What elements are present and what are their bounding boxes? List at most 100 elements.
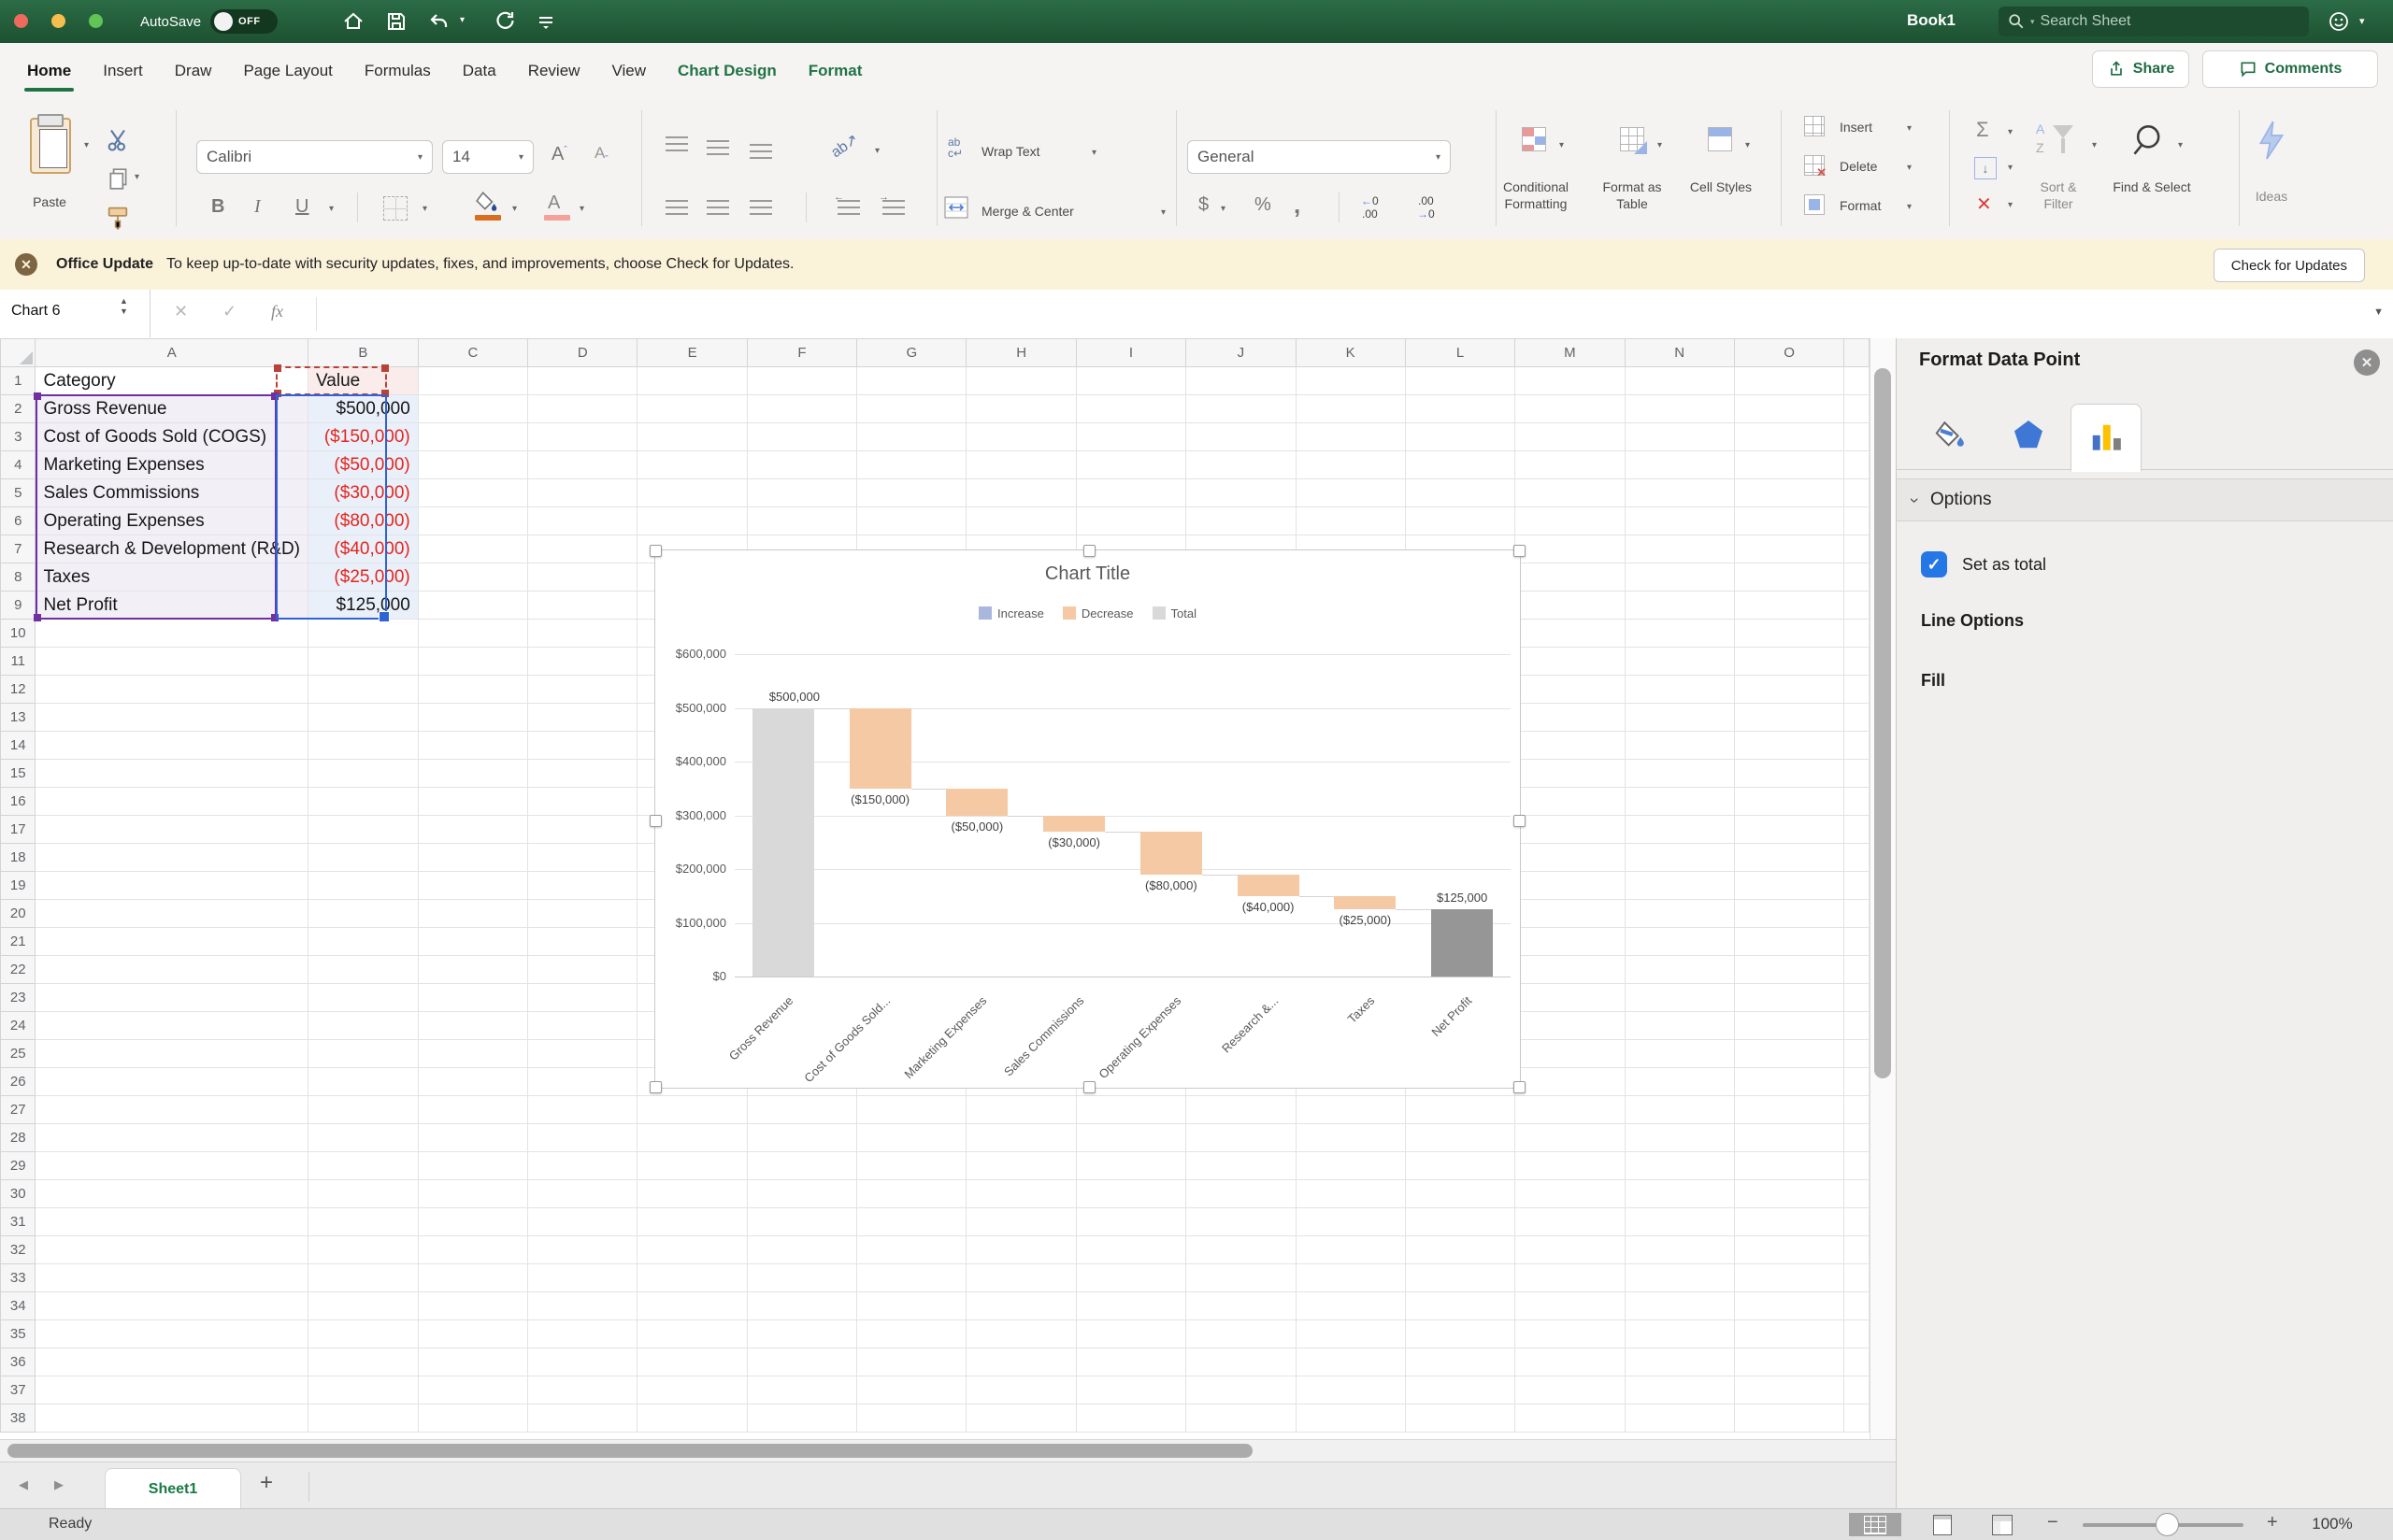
copy-icon[interactable] bbox=[107, 166, 131, 191]
cell[interactable] bbox=[1076, 367, 1185, 395]
cell[interactable] bbox=[1734, 592, 1843, 620]
cell[interactable] bbox=[528, 1405, 638, 1433]
cell[interactable] bbox=[1844, 1096, 1870, 1124]
cell[interactable] bbox=[1625, 1040, 1734, 1068]
paste-menu-chevron-icon[interactable]: ▾ bbox=[84, 140, 89, 150]
panel-close-icon[interactable]: ✕ bbox=[2354, 349, 2380, 376]
align-left-icon[interactable] bbox=[666, 200, 688, 215]
column-header-G[interactable]: G bbox=[857, 339, 967, 367]
cell[interactable]: $125,000 bbox=[308, 592, 419, 620]
cell[interactable] bbox=[1515, 1264, 1625, 1292]
cell[interactable] bbox=[1186, 1405, 1296, 1433]
row-header-7[interactable]: 7 bbox=[1, 535, 36, 563]
cell[interactable] bbox=[857, 1405, 967, 1433]
cell[interactable] bbox=[967, 451, 1076, 479]
cell[interactable] bbox=[308, 788, 419, 816]
increase-indent-icon[interactable]: → bbox=[882, 200, 905, 215]
cell[interactable] bbox=[747, 1405, 856, 1433]
cell[interactable] bbox=[1515, 788, 1625, 816]
cell[interactable] bbox=[857, 507, 967, 535]
cell[interactable] bbox=[1186, 1236, 1296, 1264]
percent-format-button[interactable]: % bbox=[1254, 194, 1271, 216]
cell[interactable] bbox=[1625, 1320, 1734, 1348]
cell[interactable] bbox=[1844, 1320, 1870, 1348]
cell[interactable] bbox=[1625, 648, 1734, 676]
cell[interactable] bbox=[967, 1320, 1076, 1348]
cell[interactable] bbox=[1186, 1292, 1296, 1320]
cell[interactable] bbox=[638, 395, 747, 423]
cell[interactable] bbox=[528, 956, 638, 984]
align-middle-icon[interactable] bbox=[707, 140, 729, 155]
cell[interactable] bbox=[967, 1348, 1076, 1376]
column-header-I[interactable]: I bbox=[1076, 339, 1185, 367]
format-painter-icon[interactable] bbox=[105, 204, 131, 230]
cell[interactable] bbox=[1844, 563, 1870, 592]
page-layout-view-button[interactable] bbox=[1916, 1513, 1969, 1536]
cell[interactable] bbox=[36, 872, 308, 900]
cell[interactable] bbox=[1405, 1236, 1514, 1264]
cell[interactable] bbox=[36, 1180, 308, 1208]
cell[interactable] bbox=[528, 732, 638, 760]
vertical-scrollbar-thumb[interactable] bbox=[1874, 368, 1891, 1078]
add-sheet-button[interactable]: + bbox=[260, 1470, 273, 1496]
check-for-updates-button[interactable]: Check for Updates bbox=[2214, 249, 2365, 282]
cell[interactable] bbox=[528, 507, 638, 535]
cell[interactable] bbox=[528, 984, 638, 1012]
cell[interactable] bbox=[1734, 1320, 1843, 1348]
cell[interactable]: Marketing Expenses bbox=[36, 451, 308, 479]
cell[interactable] bbox=[638, 1292, 747, 1320]
row-header-36[interactable]: 36 bbox=[1, 1348, 36, 1376]
cell[interactable] bbox=[1515, 535, 1625, 563]
row-header-8[interactable]: 8 bbox=[1, 563, 36, 592]
align-right-icon[interactable] bbox=[750, 200, 772, 215]
chart-resize-handle[interactable] bbox=[1083, 545, 1096, 557]
cell[interactable] bbox=[308, 844, 419, 872]
cell[interactable] bbox=[528, 816, 638, 844]
cell[interactable] bbox=[36, 1096, 308, 1124]
row-header-30[interactable]: 30 bbox=[1, 1180, 36, 1208]
comments-button[interactable]: Comments bbox=[2202, 50, 2378, 88]
cell[interactable] bbox=[1515, 1320, 1625, 1348]
cell[interactable] bbox=[1515, 1012, 1625, 1040]
conditional-formatting-label[interactable]: Conditional Formatting bbox=[1484, 179, 1587, 212]
cell[interactable] bbox=[36, 984, 308, 1012]
row-header-12[interactable]: 12 bbox=[1, 676, 36, 704]
cell[interactable] bbox=[1296, 1180, 1405, 1208]
cell[interactable] bbox=[1844, 704, 1870, 732]
cell[interactable] bbox=[857, 1124, 967, 1152]
cell[interactable] bbox=[1844, 1068, 1870, 1096]
find-select-icon[interactable] bbox=[2129, 120, 2171, 161]
cell[interactable] bbox=[1515, 984, 1625, 1012]
cell[interactable] bbox=[308, 1068, 419, 1096]
save-icon[interactable] bbox=[385, 10, 408, 33]
cell[interactable]: Net Profit bbox=[36, 592, 308, 620]
name-box[interactable]: Chart 6 ▲▼ bbox=[0, 290, 150, 337]
cell-styles-chevron-icon[interactable]: ▾ bbox=[1745, 140, 1750, 150]
row-header-35[interactable]: 35 bbox=[1, 1320, 36, 1348]
cell[interactable] bbox=[1625, 788, 1734, 816]
confirm-entry-icon[interactable]: ✓ bbox=[222, 302, 236, 321]
font-color-icon[interactable]: A bbox=[548, 192, 560, 214]
cell[interactable] bbox=[1734, 928, 1843, 956]
cell[interactable] bbox=[528, 563, 638, 592]
cell[interactable] bbox=[308, 872, 419, 900]
cell[interactable] bbox=[1734, 1208, 1843, 1236]
cell[interactable] bbox=[1734, 367, 1843, 395]
format-cells-icon[interactable] bbox=[1804, 194, 1825, 215]
cell[interactable] bbox=[1734, 1348, 1843, 1376]
cell[interactable] bbox=[1734, 395, 1843, 423]
cell[interactable] bbox=[857, 1376, 967, 1405]
underline-menu-chevron-icon[interactable]: ▾ bbox=[329, 204, 334, 214]
row-header-29[interactable]: 29 bbox=[1, 1152, 36, 1180]
cell[interactable] bbox=[1625, 900, 1734, 928]
cell[interactable] bbox=[1076, 395, 1185, 423]
cell-styles-icon[interactable] bbox=[1708, 127, 1732, 151]
number-format-select[interactable]: General▾ bbox=[1187, 140, 1451, 174]
cell[interactable] bbox=[1515, 1208, 1625, 1236]
cell[interactable] bbox=[1734, 984, 1843, 1012]
column-header-F[interactable]: F bbox=[747, 339, 856, 367]
account-smiley-icon[interactable] bbox=[2328, 10, 2350, 33]
cell[interactable] bbox=[1734, 704, 1843, 732]
cell[interactable] bbox=[967, 1236, 1076, 1264]
prev-sheet-icon[interactable]: ◀ bbox=[19, 1477, 28, 1492]
